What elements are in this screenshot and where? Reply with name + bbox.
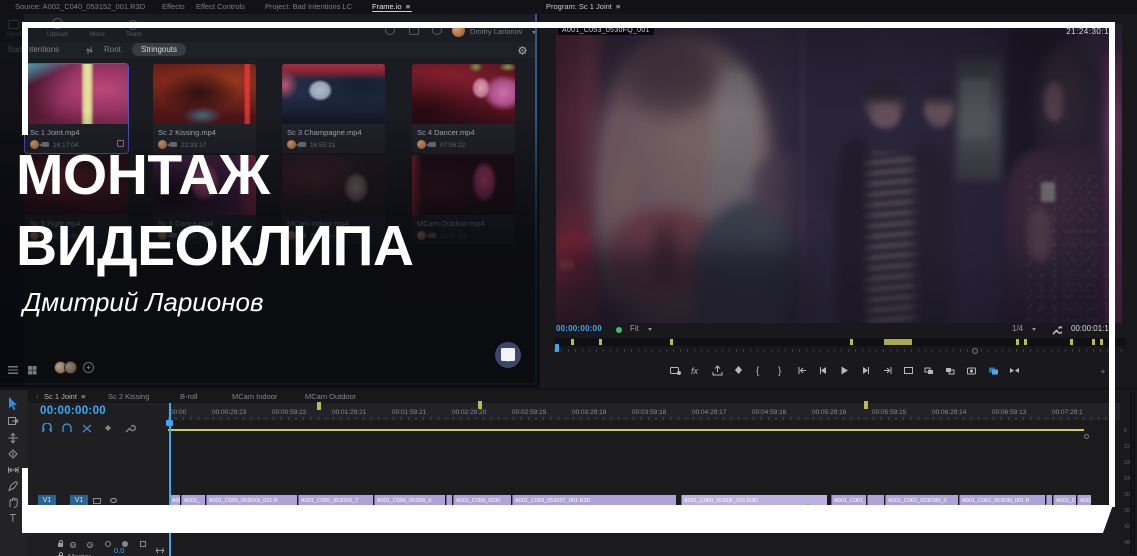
svg-text:}: } <box>778 366 782 376</box>
svg-text:T: T <box>10 513 17 524</box>
svg-text:{: { <box>756 366 760 376</box>
svg-text:fx: fx <box>691 366 699 376</box>
